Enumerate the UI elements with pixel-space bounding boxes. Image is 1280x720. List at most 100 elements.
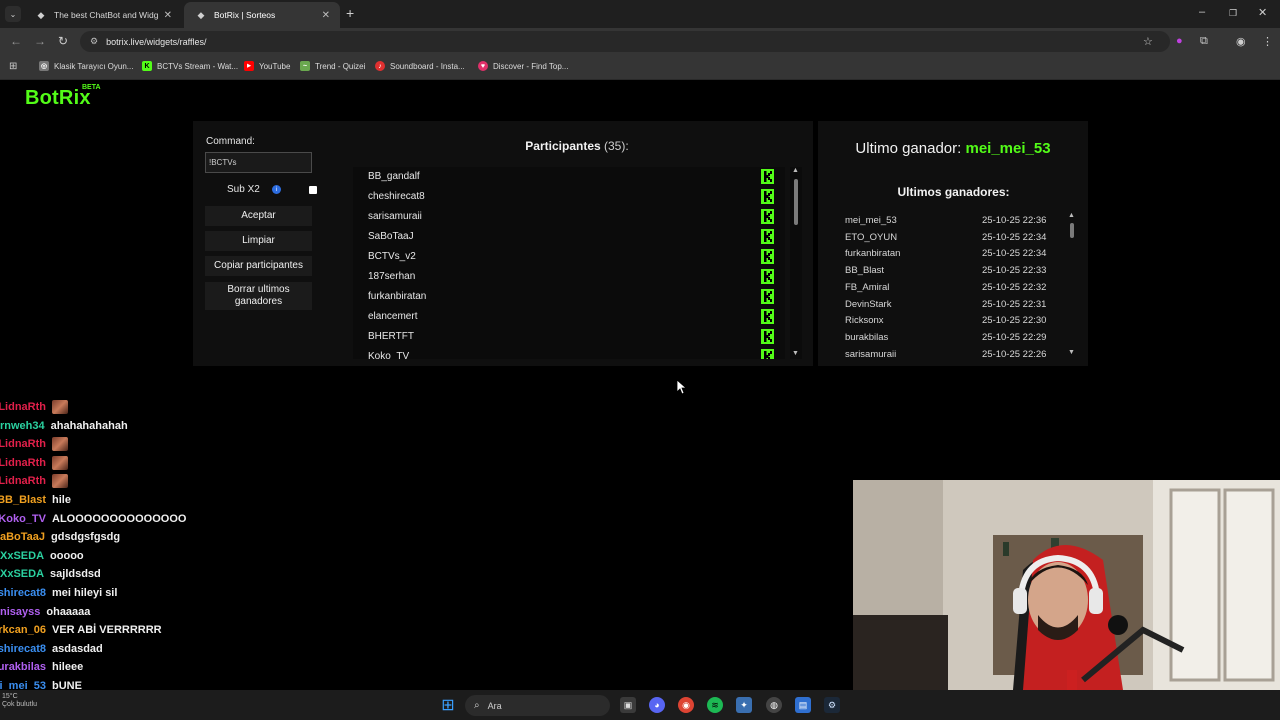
participant-row[interactable]: SaBoTaaJ [353,227,785,247]
botrix-favicon-icon: ◆ [37,9,45,20]
tab-label: BotRix | Sorteos [214,10,276,20]
participant-row[interactable]: cheshirecat8 [353,187,785,207]
bookmark-label: Discover - Find Top... [493,61,569,71]
browser-toolbar: ← → ↻ ⚙ botrix.live/widgets/raffles/ ☆ ●… [0,28,1280,55]
bookmark-discover[interactable]: ♥ Discover - Find Top... [478,61,568,71]
maximize-icon[interactable]: ❐ [1229,8,1237,19]
bookmark-soundboard[interactable]: ♪ Soundboard - Insta... [375,61,465,71]
search-placeholder: Ara [487,700,502,711]
tab-botrix-sorteos[interactable]: ◆ BotRix | Sorteos ✕ [184,2,340,28]
participant-row[interactable]: Koko_TV [353,347,785,359]
address-bar[interactable]: ⚙ botrix.live/widgets/raffles/ [80,31,1170,52]
task-view-icon[interactable]: ▣ [620,697,636,713]
bookmark-bctvs[interactable]: K BCTVs Stream - Wat... [142,61,238,71]
copy-participants-button[interactable]: Copiar participantes [205,256,312,276]
participant-row[interactable]: elancemert [353,307,785,327]
obs-icon[interactable]: ◍ [766,697,782,713]
scrollbar-thumb[interactable] [794,179,798,225]
tab-close-icon[interactable]: ✕ [322,10,330,21]
new-tab-plus-icon[interactable]: + [346,5,354,21]
chrome-icon[interactable]: ◉ [678,697,694,713]
chat-text: gdsdgsfgsdg [51,531,121,544]
spotify-icon[interactable]: ≋ [707,697,723,713]
scroll-down-arrow-icon[interactable]: ▼ [792,350,799,357]
chat-text: ahahahahahah [50,419,128,432]
weather-temp: 15°C [2,693,18,700]
back-arrow-icon[interactable]: ← [10,34,22,48]
info-icon[interactable]: i [271,185,281,194]
forward-arrow-icon[interactable]: → [34,34,46,48]
sub-x2-label: Sub X2 [227,184,260,195]
accept-button[interactable]: Aceptar [205,206,312,226]
tab-search-button[interactable]: ⌄ [5,6,21,22]
scrollbar-thumb[interactable] [1070,223,1074,238]
windows-taskbar: 15°C Çok bulutlu ⊞ ⌕ Ara ▣ ◕ ◉ ≋ ✦ ◍ ▤ ⚙ [0,690,1280,720]
steam-icon[interactable]: ⚙ [824,697,840,713]
participant-name: furkanbiratan [368,291,427,302]
participants-scrollbar[interactable]: ▲ ▼ [790,167,802,359]
menu-kebab-icon[interactable]: ⋮ [1262,35,1273,48]
tab-close-icon[interactable]: ✕ [164,10,172,21]
weather-widget[interactable]: 15°C Çok bulutlu [2,693,37,709]
kick-platform-icon [761,329,774,344]
participant-row[interactable]: 187serhan [353,267,785,287]
bookmark-star-icon[interactable]: ☆ [1143,35,1153,48]
chat-message: BB_Blast hile [0,491,71,509]
kick-platform-icon [761,309,774,324]
chat-username: XxSEDA [0,568,45,581]
chat-username: nisayss [0,605,41,618]
chat-username: XxSEDA [0,549,45,562]
minimize-icon[interactable]: – [1199,6,1205,18]
notepad-icon[interactable]: ▤ [795,697,811,713]
emote-icon [52,474,68,489]
participant-row[interactable]: BHERTFT [353,327,785,347]
windows-start-icon[interactable]: ⊞ [440,697,456,714]
bookmark-youtube[interactable]: ▶ YouTube [244,61,290,71]
chat-message: LidnaRth [0,454,68,472]
command-input[interactable] [205,152,312,173]
site-info-icon[interactable]: ⚙ [90,36,98,47]
apps-grid-icon[interactable]: ⊞ [9,61,17,72]
participants-list[interactable]: BB_gandalf cheshirecat8 sarisamuraii SaBoTa… [353,167,785,359]
chat-username: rkcan_06 [0,624,46,637]
delete-winners-button[interactable]: Borrar ultimos ganadores [205,282,312,310]
taskbar-search[interactable]: ⌕ Ara [465,695,610,716]
extension-icon[interactable]: ● [1176,35,1183,47]
sub-x2-checkbox[interactable] [309,186,317,194]
webcam-feed [853,480,1280,690]
participant-row[interactable]: furkanbiratan [353,287,785,307]
bookmark-label: Klasik Tarayıcı Oyun... [54,61,134,71]
chat-message: nisayss ohaaaaa [0,603,90,621]
winner-date: 25-10-25 22:30 [982,315,1047,327]
botrix-logo[interactable]: BotRix [25,87,91,110]
scroll-down-arrow-icon[interactable]: ▼ [1068,349,1075,356]
discord-icon[interactable]: ◕ [649,697,665,713]
bookmark-label: Soundboard - Insta... [390,61,465,71]
extensions-puzzle-icon[interactable]: ⧉ [1200,35,1208,48]
chat-message: LidnaRth [0,398,68,416]
participant-name: 187serhan [368,271,416,282]
tab-botrix-chatbot[interactable]: ◆ The best ChatBot and Widgets ✕ [24,2,182,28]
participant-row[interactable]: BB_gandalf [353,167,785,187]
chat-message: LidnaRth [0,472,68,490]
participant-name: SaBoTaaJ [368,231,414,242]
winners-list[interactable]: mei_mei_53 25-10-25 22:36 ETO_OYUN 25-10-25… [826,212,1066,358]
participant-name: sarisamuraii [368,211,422,222]
participant-row[interactable]: BCTVs_v2 [353,247,785,267]
reload-icon[interactable]: ↻ [58,34,68,48]
bookmark-quizei[interactable]: ~ Trend - Quizei [300,61,365,71]
clear-button[interactable]: Limpiar [205,231,312,251]
app-icon[interactable]: ✦ [736,697,752,713]
winners-scrollbar[interactable]: ▲ ▼ [1066,212,1078,358]
bookmark-label: Trend - Quizei [315,61,366,71]
profile-avatar-icon[interactable]: ◉ [1236,35,1246,48]
bookmark-klasik[interactable]: ◎ Klasik Tarayıcı Oyun... [39,61,133,71]
scroll-up-arrow-icon[interactable]: ▲ [1068,212,1075,219]
participant-name: BB_gandalf [368,171,420,182]
chat-message: XxSEDA ooooo [0,547,84,565]
scroll-up-arrow-icon[interactable]: ▲ [792,167,799,174]
participant-row[interactable]: sarisamuraii [353,207,785,227]
window-close-icon[interactable]: ✕ [1258,6,1267,19]
winner-row: Ricksonx 25-10-25 22:30 [826,312,1066,329]
winner-name: mei_mei_53 [845,215,897,226]
